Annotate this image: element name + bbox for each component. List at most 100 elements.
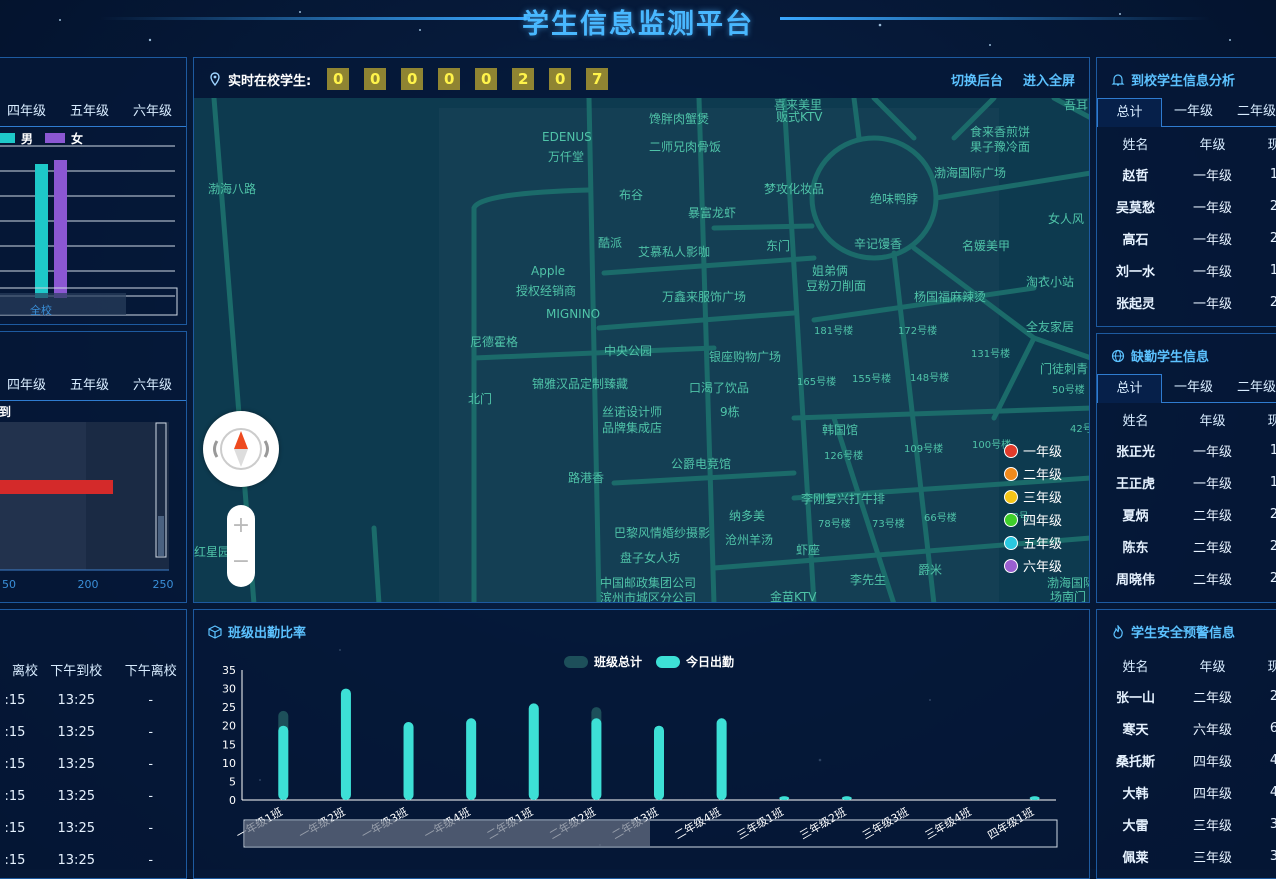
map-label: 丝诺设计师 [602, 405, 663, 419]
map-label: 渤海八路 [208, 182, 257, 196]
grade-legend-dot [1004, 443, 1018, 458]
map-label: 金苗KTV [770, 590, 817, 603]
table-cell: 2 [1251, 680, 1276, 712]
grade-legend-item[interactable]: 六年级 [1004, 556, 1062, 575]
map-label: 虾座 [796, 543, 821, 557]
tab-grade-1[interactable]: 一年级 [1162, 98, 1225, 126]
map-label: 东门 [766, 239, 791, 253]
table-cell: 张一山 [1115, 690, 1155, 706]
table-cell: 二年级 [1192, 572, 1232, 588]
map-label: 路港香 [568, 471, 605, 485]
table-cell: 13:25 [57, 788, 95, 804]
map-label: 布谷 [619, 188, 644, 202]
tab-grade-4[interactable]: 四年级 [0, 372, 58, 400]
table-cell: 王正虎 [1115, 476, 1155, 492]
table-cell: :15 [4, 788, 26, 804]
tab-grade-5[interactable]: 五年级 [58, 98, 121, 126]
map-label: 盘子女人坊 [620, 551, 681, 565]
table-cell: 3 [1251, 808, 1276, 840]
table-cell: 一年级 [1192, 200, 1232, 216]
map-label: 中央公园 [604, 344, 653, 358]
x-tick: 四年级1班 [985, 804, 1036, 842]
table-cell: - [148, 724, 154, 740]
zoom-out-button[interactable]: − [227, 547, 255, 577]
tab-grade-6[interactable]: 六年级 [121, 98, 184, 126]
zoom-slider-handle [244, 821, 650, 846]
table-row: 钱金珠一年级 [1097, 318, 1276, 326]
arrival-info-panel: 到校学生信息分析 总计 一年级 二年级 姓名年级现 赵哲一年级1吴莫愁一年级2高… [1096, 57, 1276, 327]
table-cell: :15 [4, 820, 26, 836]
tab-grade-6[interactable]: 六年级 [121, 372, 184, 400]
left-gender-panel: 四年级 五年级 六年级 男 女 全校 [0, 57, 187, 325]
table-cell: 13:25 [57, 692, 95, 708]
table-cell: 一年级 [1192, 168, 1232, 184]
grade-legend-item[interactable]: 二年级 [1004, 464, 1062, 483]
fullscreen-link[interactable]: 进入全屏 [1023, 70, 1075, 89]
table-cell: 三年级 [1192, 850, 1232, 866]
col-header: 现 [1251, 128, 1276, 158]
tab-total[interactable]: 总计 [1097, 98, 1162, 127]
map-label: 名媛美甲 [962, 239, 1011, 253]
map-label: 梦攻化妆品 [764, 182, 825, 196]
map-label: 红星园 [194, 545, 231, 559]
tab-grade-5[interactable]: 五年级 [58, 372, 121, 400]
map-label: 淘衣小站 [1026, 275, 1075, 289]
bar-today [779, 796, 790, 800]
table-cell: 一年级 [1192, 444, 1232, 460]
map-label: 贩式KTV [776, 110, 823, 124]
tab-total[interactable]: 总计 [1097, 374, 1162, 403]
attendance-title: 班级出勤比率 [208, 622, 306, 641]
table-cell: 1 [1251, 434, 1276, 466]
map-label: 北门 [468, 392, 493, 406]
table-cell: 13:25 [57, 820, 95, 836]
map-label: 181号楼 [814, 326, 854, 337]
counter-digit: 0 [401, 68, 424, 90]
table-cell: 大韩 [1122, 786, 1149, 802]
bar-today [841, 796, 852, 800]
grade-legend-item[interactable]: 一年级 [1004, 441, 1062, 460]
grade-legend-item[interactable]: 五年级 [1004, 533, 1062, 552]
globe-icon [1111, 349, 1125, 362]
map-label: 韩国馆 [822, 423, 859, 437]
table-cell: 寒天 [1122, 722, 1149, 738]
y-tick: 20 [222, 720, 236, 733]
map-label: 暴富龙虾 [688, 206, 737, 220]
table-cell [1251, 318, 1276, 326]
tab-grade-4[interactable]: 四年级 [0, 98, 58, 126]
y-tick: 5 [229, 775, 236, 788]
map-label: 148号楼 [910, 373, 950, 384]
absent-title-text: 缺勤学生信息 [1131, 350, 1210, 365]
absent-title: 缺勤学生信息 [1111, 346, 1209, 365]
bar-today [403, 722, 414, 800]
table-row: 刘一水 一年级 1 [1097, 254, 1276, 286]
table-row: 夏炳 二年级 2 [1097, 498, 1276, 530]
table-cell: 一年级 [1192, 264, 1232, 280]
table-cell: 1 [1251, 158, 1276, 190]
table-row: 大韩 四年级 4 [1097, 776, 1276, 808]
switch-backend-link[interactable]: 切换后台 [951, 70, 1003, 89]
tab-grade-1[interactable]: 一年级 [1162, 374, 1225, 402]
zoom-in-button[interactable]: + [227, 511, 255, 541]
safety-table: 姓名年级现 张一山二年级2寒天六年级6桑托斯四年级4大韩四年级4大雷三年级3佩莱… [1097, 650, 1276, 872]
map-label: Apple [531, 264, 566, 278]
grade-legend-item[interactable]: 三年级 [1004, 487, 1062, 506]
grade-legend-item[interactable]: 四年级 [1004, 510, 1062, 529]
col-header: 离校 [11, 663, 38, 679]
table-row: :15 13:25 - [0, 812, 186, 844]
grade-legend-label: 四年级 [1023, 514, 1063, 529]
chart-subtitle: 到 [0, 405, 12, 419]
map-label: 公爵电竞馆 [671, 457, 732, 471]
bar-male [35, 164, 48, 298]
bar-today [1029, 796, 1040, 800]
map-label: 50号楼 [1052, 385, 1085, 396]
page-title: 学生信息监测平台 [522, 9, 754, 40]
map-label: 口渴了饮品 [689, 381, 750, 395]
compass-control[interactable] [203, 411, 279, 487]
table-cell: :15 [4, 756, 26, 772]
tab-grade-2[interactable]: 二年级 [1225, 98, 1276, 126]
map-view[interactable]: 馋胖肉蟹煲 二师兄肉骨饭 EDENUS 万仟堂 布谷 暴富龙虾 梦攻化妆品 绝味鸭脖 渤海国际广… [194, 98, 1089, 603]
safety-title-text: 学生安全预警信息 [1131, 626, 1236, 641]
map-label: 尼德霍格 [470, 335, 519, 349]
tab-grade-2[interactable]: 二年级 [1225, 374, 1276, 402]
table-cell: 二年级 [1192, 540, 1232, 556]
